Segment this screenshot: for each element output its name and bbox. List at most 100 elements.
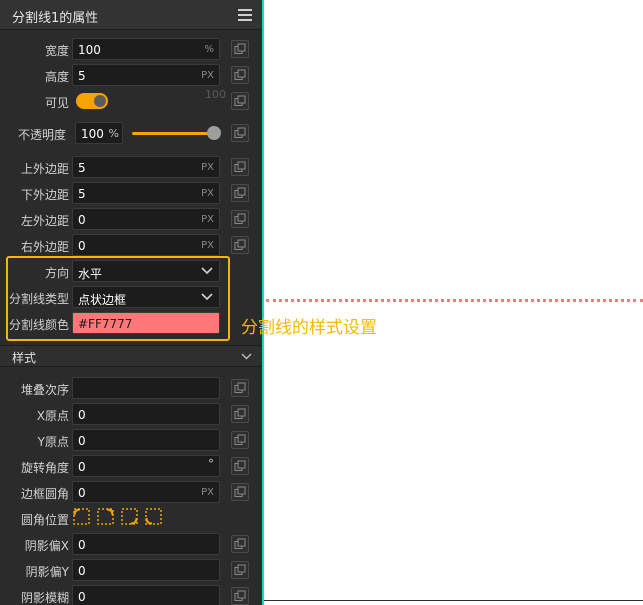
row-corner-position: 圆角位置: [0, 507, 262, 529]
menu-icon[interactable]: [238, 9, 252, 21]
direction-label: 方向: [44, 266, 69, 280]
row-margin-bottom: 下外边距 5 PX: [0, 182, 262, 204]
margin-top-label: 上外边距: [20, 162, 69, 176]
line-color-label: 分割线颜色: [8, 318, 69, 332]
width-value: 100: [78, 43, 101, 57]
row-margin-top: 上外边距 5 PX: [0, 156, 262, 178]
row-shadow-blur: 阴影模糊 0: [0, 585, 262, 605]
copy-icon[interactable]: [231, 587, 249, 605]
copy-icon[interactable]: [231, 40, 249, 58]
line-type-select[interactable]: 点状边框: [72, 286, 220, 308]
margin-left-unit: PX: [201, 214, 214, 225]
margin-left-input[interactable]: 0 PX: [72, 208, 220, 230]
shadow-x-value: 0: [78, 538, 86, 552]
line-color-value: #FF7777: [78, 317, 133, 331]
copy-icon[interactable]: [231, 405, 249, 423]
chevron-down-icon: [241, 353, 252, 360]
margin-right-value: 0: [78, 239, 86, 253]
margin-bottom-value: 5: [78, 187, 86, 201]
margin-right-unit: PX: [201, 240, 214, 251]
shadow-y-label: 阴影偏Y: [25, 565, 69, 579]
opacity-input[interactable]: 100 %: [75, 122, 123, 144]
shadow-blur-input[interactable]: 0: [72, 585, 220, 605]
rotation-input[interactable]: 0 °: [72, 455, 220, 477]
copy-icon[interactable]: [231, 158, 249, 176]
shadow-x-input[interactable]: 0: [72, 533, 220, 555]
corner-top-right-icon[interactable]: [97, 508, 114, 525]
copy-icon[interactable]: [231, 66, 249, 84]
copy-icon[interactable]: [231, 561, 249, 579]
copy-icon[interactable]: [231, 184, 249, 202]
border-radius-value: 0: [78, 486, 86, 500]
border-radius-label: 边框圆角: [20, 487, 69, 501]
origin-x-value: 0: [78, 408, 86, 422]
row-line-type: 分割线类型 点状边框: [0, 286, 262, 308]
row-origin-x: X原点 0: [0, 403, 262, 425]
margin-left-label: 左外边距: [20, 214, 69, 228]
panel-header: 分割线1的属性: [0, 0, 262, 30]
copy-icon[interactable]: [231, 124, 249, 142]
copy-icon[interactable]: [231, 483, 249, 501]
shadow-blur-label: 阴影模糊: [20, 591, 69, 605]
copy-icon[interactable]: [231, 92, 249, 110]
row-shadow-y: 阴影偏Y 0: [0, 559, 262, 581]
corner-top-left-icon[interactable]: [73, 508, 90, 525]
copy-icon[interactable]: [231, 431, 249, 449]
line-type-label: 分割线类型: [8, 292, 69, 306]
style-section-title: 样式: [12, 351, 37, 365]
copy-icon[interactable]: [231, 210, 249, 228]
chevron-down-icon: [201, 293, 213, 301]
opacity-slider-thumb[interactable]: [207, 126, 221, 140]
margin-top-input[interactable]: 5 PX: [72, 156, 220, 178]
direction-value: 水平: [78, 267, 103, 281]
height-input[interactable]: 5 PX: [72, 64, 220, 86]
height-label: 高度: [44, 70, 69, 84]
origin-y-input[interactable]: 0: [72, 429, 220, 451]
rotation-unit: °: [208, 457, 214, 471]
annotation-text: 分割线的样式设置: [241, 318, 377, 338]
row-origin-y: Y原点 0: [0, 429, 262, 451]
corner-bottom-left-icon[interactable]: [145, 508, 162, 525]
toggle-knob: [94, 95, 106, 107]
copy-icon[interactable]: [231, 236, 249, 254]
copy-icon[interactable]: [231, 379, 249, 397]
z-index-input[interactable]: [72, 377, 220, 399]
copy-icon[interactable]: [231, 457, 249, 475]
visible-ghost-value: 100: [205, 88, 226, 101]
margin-left-value: 0: [78, 213, 86, 227]
shadow-y-input[interactable]: 0: [72, 559, 220, 581]
rotation-label: 旋转角度: [20, 461, 69, 475]
canvas-bottom-border: [264, 600, 643, 601]
chevron-down-icon: [201, 267, 213, 275]
origin-x-input[interactable]: 0: [72, 403, 220, 425]
style-section-header[interactable]: 样式: [0, 345, 262, 367]
margin-bottom-input[interactable]: 5 PX: [72, 182, 220, 204]
direction-select[interactable]: 水平: [72, 260, 220, 282]
height-unit: PX: [201, 70, 214, 81]
opacity-slider[interactable]: [132, 132, 216, 135]
visible-toggle[interactable]: [76, 93, 108, 109]
margin-bottom-label: 下外边距: [20, 188, 69, 202]
opacity-label: 不透明度: [17, 128, 66, 142]
row-rotation: 旋转角度 0 °: [0, 455, 262, 477]
opacity-value: 100: [81, 127, 104, 141]
origin-y-label: Y原点: [37, 435, 69, 449]
row-line-color: 分割线颜色 #FF7777: [0, 312, 262, 334]
width-input[interactable]: 100 %: [72, 38, 220, 60]
row-direction: 方向 水平: [0, 260, 262, 282]
corner-position-label: 圆角位置: [20, 513, 69, 527]
line-type-value: 点状边框: [78, 293, 127, 307]
corner-bottom-right-icon[interactable]: [121, 508, 138, 525]
row-z-index: 堆叠次序: [0, 377, 262, 399]
margin-top-value: 5: [78, 161, 86, 175]
copy-icon[interactable]: [231, 535, 249, 553]
line-color-picker[interactable]: #FF7777: [72, 312, 220, 334]
shadow-y-value: 0: [78, 564, 86, 578]
border-radius-input[interactable]: 0 PX: [72, 481, 220, 503]
canvas-area[interactable]: [264, 0, 643, 605]
margin-right-label: 右外边距: [20, 240, 69, 254]
margin-top-unit: PX: [201, 162, 214, 173]
margin-right-input[interactable]: 0 PX: [72, 234, 220, 256]
height-value: 5: [78, 69, 86, 83]
row-border-radius: 边框圆角 0 PX: [0, 481, 262, 503]
